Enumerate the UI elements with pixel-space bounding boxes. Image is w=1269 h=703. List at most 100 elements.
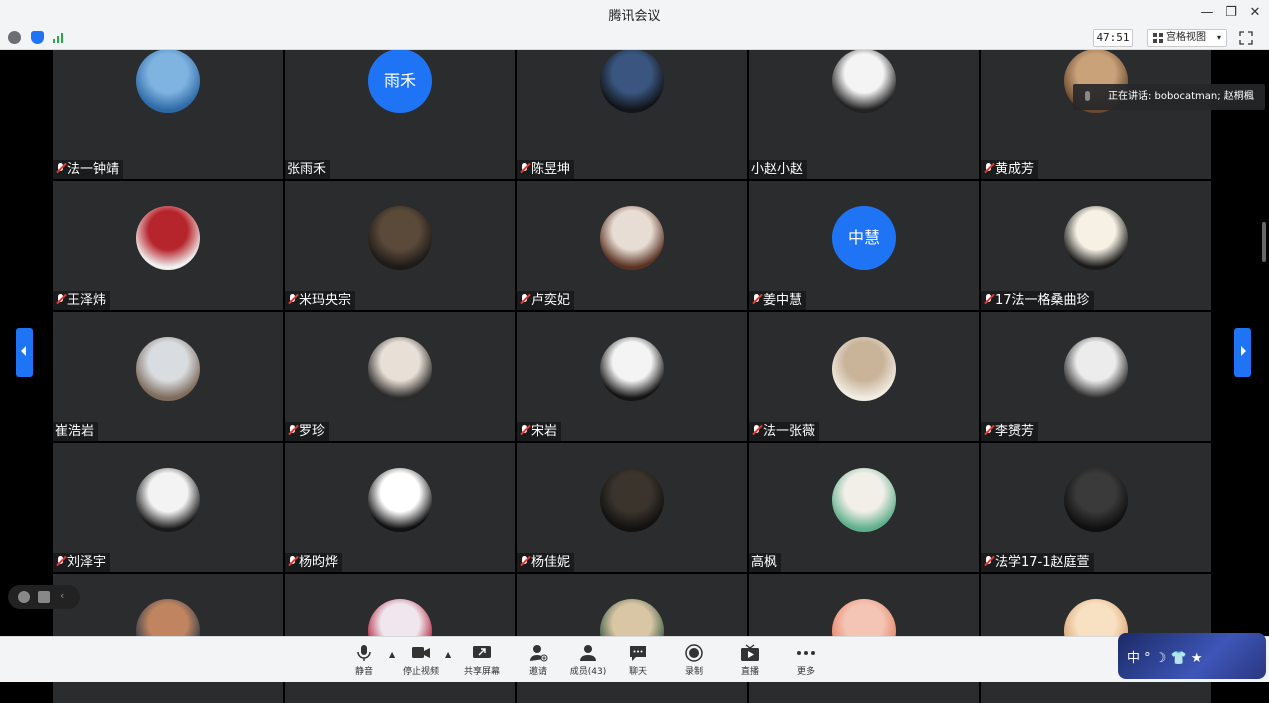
participant-grid: 法一钟靖 雨禾 张雨禾 陈昱坤 小赵小赵 黄成芳王泽炜 米玛央宗 卢奕妃 中慧 姜中慧 17法一格桑… — [53, 50, 1214, 703]
participant-name: 宋岩 — [531, 424, 558, 439]
meeting-info-bar: 47:51 宫格视图 ▾ — [0, 27, 1269, 50]
collapse-icon[interactable]: ‹ — [60, 590, 72, 602]
chevron-down-icon: ▾ — [1216, 33, 1221, 42]
participant-tile[interactable]: 法一张薇 — [749, 312, 979, 441]
next-page-button[interactable] — [1234, 328, 1251, 377]
participant-name: 李赟芳 — [995, 424, 1035, 439]
participant-name-tag: 17法一格桑曲珍 — [981, 291, 1094, 310]
chevron-right-icon — [1241, 346, 1246, 356]
prev-page-button[interactable] — [16, 328, 33, 377]
participant-tile[interactable]: 米玛央宗 — [285, 181, 515, 310]
participant-name-tag: 罗珍 — [285, 422, 330, 441]
view-selector-label: 宫格视图 — [1166, 32, 1206, 43]
participant-name: 杨佳妮 — [531, 555, 571, 570]
mic-muted-icon — [519, 555, 530, 568]
avatar — [368, 206, 432, 270]
participant-name-tag: 高枫 — [749, 553, 782, 572]
chat-icon — [628, 644, 648, 662]
participant-name-tag: 宋岩 — [517, 422, 562, 441]
participant-tile[interactable]: 崔浩岩 — [53, 312, 283, 441]
avatar — [136, 337, 200, 401]
invite-button[interactable]: 邀请 — [510, 642, 566, 680]
info-icon[interactable] — [8, 31, 21, 44]
stop-video-button[interactable]: 停止视频 — [393, 642, 449, 680]
minimize-icon[interactable]: — — [1198, 4, 1216, 22]
participant-name: 米玛央宗 — [299, 293, 352, 308]
participant-name: 高枫 — [751, 555, 778, 570]
avatar — [600, 206, 664, 270]
participant-name-tag: 刘泽宇 — [53, 553, 111, 572]
participant-tile[interactable]: 黄成芳 — [981, 50, 1211, 179]
participant-tile[interactable]: 法一钟靖 — [53, 50, 283, 179]
participant-name: 法一钟靖 — [67, 162, 120, 177]
grid-view-icon — [1153, 33, 1163, 43]
ime-status-text: 中 ° ☽ 👕 ★ — [1127, 651, 1203, 666]
participant-name: 17法一格桑曲珍 — [995, 293, 1090, 308]
mic-muted-icon — [983, 424, 994, 437]
members-button[interactable]: 成员(43) — [560, 642, 616, 680]
mic-muted-icon — [751, 424, 762, 437]
participant-name-tag: 米玛央宗 — [285, 291, 356, 310]
shield-icon[interactable] — [31, 31, 44, 44]
participant-tile[interactable]: 宋岩 — [517, 312, 747, 441]
participant-tile[interactable]: 小赵小赵 — [749, 50, 979, 179]
avatar — [832, 50, 896, 113]
avatar — [832, 337, 896, 401]
mic-muted-icon — [287, 424, 298, 437]
ime-toolbar[interactable]: 中 ° ☽ 👕 ★ — [1118, 633, 1266, 679]
fullscreen-icon[interactable] — [1239, 30, 1253, 45]
restore-icon[interactable]: ❐ — [1222, 4, 1240, 22]
participant-name-tag: 王泽炜 — [53, 291, 111, 310]
participant-tile[interactable]: 高枫 — [749, 443, 979, 572]
avatar — [1064, 468, 1128, 532]
avatar — [1064, 337, 1128, 401]
video-options-caret[interactable]: ▲ — [445, 650, 451, 659]
participant-tile[interactable]: 杨佳妮 — [517, 443, 747, 572]
participant-name-tag: 姜中慧 — [749, 291, 807, 310]
record-icon — [684, 644, 704, 662]
participant-name-tag: 小赵小赵 — [749, 160, 808, 179]
emoji-icon[interactable] — [18, 591, 30, 603]
more-icon — [796, 644, 816, 662]
participant-name: 法学17-1赵庭萱 — [995, 555, 1090, 570]
participant-tile[interactable]: 杨昀烨 — [285, 443, 515, 572]
participant-name: 崔浩岩 — [55, 424, 95, 439]
participant-tile[interactable]: 卢奕妃 — [517, 181, 747, 310]
mic-muted-icon — [287, 555, 298, 568]
share-screen-button[interactable]: 共享屏幕 — [454, 642, 510, 680]
avatar — [600, 337, 664, 401]
live-button[interactable]: 直播 — [722, 642, 778, 680]
participant-tile[interactable]: 法学17-1赵庭萱 — [981, 443, 1211, 572]
participant-tile[interactable]: 李赟芳 — [981, 312, 1211, 441]
video-stage: 法一钟靖 雨禾 张雨禾 陈昱坤 小赵小赵 黄成芳王泽炜 米玛央宗 卢奕妃 中慧 姜中慧 17法一格桑… — [0, 50, 1269, 703]
meeting-toolbar: 静音 ▲ 停止视频 ▲ 共享屏幕 邀请 成员(43) 聊天 录制 直播 更多 — [0, 636, 1269, 682]
participant-name: 小赵小赵 — [751, 162, 804, 177]
signal-icon[interactable] — [53, 33, 65, 43]
avatar — [368, 337, 432, 401]
participant-tile[interactable]: 刘泽宇 — [53, 443, 283, 572]
participant-tile[interactable]: 中慧 姜中慧 — [749, 181, 979, 310]
chat-button[interactable]: 聊天 — [610, 642, 666, 680]
scrollbar[interactable] — [1262, 222, 1266, 262]
participant-name-tag: 法学17-1赵庭萱 — [981, 553, 1094, 572]
participant-tile[interactable]: 罗珍 — [285, 312, 515, 441]
more-button[interactable]: 更多 — [778, 642, 834, 680]
mic-muted-icon — [287, 293, 298, 306]
mic-muted-icon — [55, 555, 66, 568]
view-selector[interactable]: 宫格视图 ▾ — [1147, 29, 1227, 47]
participant-name-tag: 黄成芳 — [981, 160, 1039, 179]
record-button[interactable]: 录制 — [666, 642, 722, 680]
title-bar: 腾讯会议 — ❐ ✕ — [0, 0, 1269, 28]
mic-muted-icon — [55, 293, 66, 306]
participant-tile[interactable]: 王泽炜 — [53, 181, 283, 310]
mute-button[interactable]: 静音 — [336, 642, 392, 680]
participant-name-tag: 杨昀烨 — [285, 553, 343, 572]
participant-tile[interactable]: 陈昱坤 — [517, 50, 747, 179]
participant-tile[interactable]: 雨禾 张雨禾 — [285, 50, 515, 179]
avatar — [832, 468, 896, 532]
close-icon[interactable]: ✕ — [1246, 4, 1264, 22]
live-icon — [740, 644, 760, 662]
chat-bubble-icon[interactable] — [38, 591, 50, 603]
participant-tile[interactable]: 17法一格桑曲珍 — [981, 181, 1211, 310]
participant-name-tag: 杨佳妮 — [517, 553, 575, 572]
